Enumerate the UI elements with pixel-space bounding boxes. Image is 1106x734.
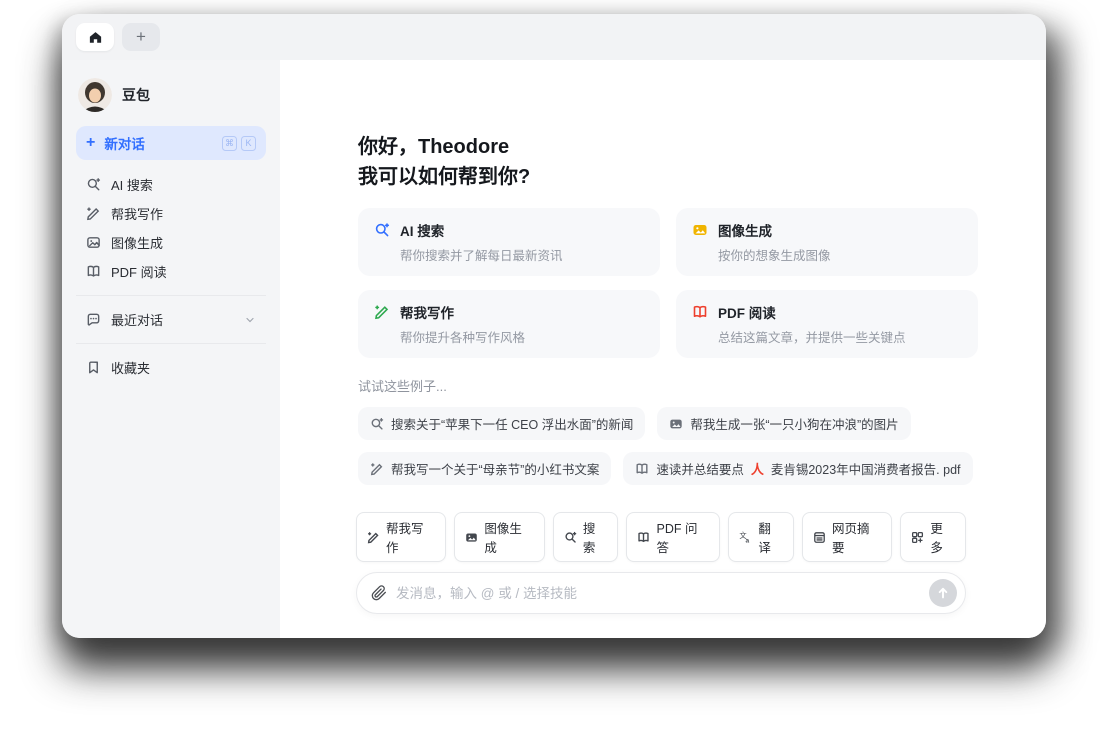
book-icon <box>692 304 708 320</box>
greeting-line2: 我可以如何帮到你? <box>358 166 531 188</box>
new-tab-button[interactable]: + <box>122 23 160 51</box>
skill-chip-more[interactable]: 更多 <box>900 512 967 562</box>
send-arrow-icon <box>936 586 950 600</box>
app-name: 豆包 <box>122 87 150 103</box>
book-icon <box>637 531 650 544</box>
webpage-icon <box>813 531 826 544</box>
sidebar: 豆包 + 新对话 ⌘ K AI 搜索 帮我写作 图像生成 PDF 阅读 最近对话… <box>62 60 280 638</box>
k-key-icon: K <box>241 135 256 151</box>
book-icon <box>86 264 101 279</box>
skill-chip-search[interactable]: 搜索 <box>552 512 619 562</box>
skill-chip-translate[interactable]: 文a 翻译 <box>728 512 794 562</box>
example-chip-gen-image[interactable]: 帮我生成一张“一只小狗在冲浪”的图片 <box>657 407 911 440</box>
paperclip-icon[interactable] <box>371 585 387 601</box>
divider <box>76 295 266 296</box>
send-button[interactable] <box>929 579 957 607</box>
message-input[interactable] <box>396 585 929 601</box>
examples-label: 试试这些例子... <box>358 379 447 394</box>
image-icon <box>692 222 708 238</box>
sidebar-item-write[interactable]: 帮我写作 <box>76 199 266 228</box>
chevron-down-icon <box>244 314 256 326</box>
greeting-line1: 你好，Theodore <box>358 136 510 158</box>
image-icon <box>669 417 683 431</box>
ai-search-icon <box>370 417 384 431</box>
sidebar-item-favorites[interactable]: 收藏夹 <box>76 353 266 382</box>
main-area: 你好，Theodore 我可以如何帮到你? AI 搜索 帮你搜索并了解每日最新资… <box>280 60 1046 638</box>
skill-chip-image-gen[interactable]: 图像生成 <box>454 512 545 562</box>
skill-chip-web-summary[interactable]: 网页摘要 <box>801 512 893 562</box>
sidebar-item-image-gen[interactable]: 图像生成 <box>76 228 266 257</box>
example-chip-summarize-pdf[interactable]: 速读并总结要点 人 麦肯锡2023年中国消费者报告. pdf <box>623 452 973 485</box>
example-chip-write-post[interactable]: 帮我写一个关于“母亲节”的小红书文案 <box>358 452 612 485</box>
shortcut-hint: ⌘ K <box>222 135 256 151</box>
skill-chip-write[interactable]: 帮我写作 <box>356 512 447 562</box>
divider <box>76 343 266 344</box>
book-icon <box>635 462 649 476</box>
profile-row[interactable]: 豆包 <box>76 74 266 126</box>
card-image-gen[interactable]: 图像生成 按你的想象生成图像 <box>676 208 978 276</box>
card-write[interactable]: 帮我写作 帮你提升各种写作风格 <box>358 290 660 358</box>
sidebar-item-recent-chats[interactable]: 最近对话 <box>76 305 266 334</box>
tab-home[interactable] <box>76 23 114 51</box>
bookmark-icon <box>86 360 101 375</box>
svg-text:a: a <box>746 537 750 544</box>
example-chip-search-news[interactable]: 搜索关于“苹果下一任 CEO 浮出水面”的新闻 <box>358 407 646 440</box>
ai-search-icon <box>564 531 577 544</box>
translate-icon: 文a <box>739 531 752 544</box>
home-icon <box>88 30 103 45</box>
plus-icon: + <box>136 27 146 46</box>
skill-bar: 帮我写作 图像生成 搜索 PDF 问答 文 a 翻译 网页摘要 更多 <box>356 512 967 562</box>
feature-cards: AI 搜索 帮你搜索并了解每日最新资讯 图像生成 按你的想象生成图像 帮我写作 … <box>358 208 978 358</box>
skill-chip-pdf-qa[interactable]: PDF 问答 <box>626 512 721 562</box>
write-icon <box>370 462 384 476</box>
sidebar-item-pdf-read[interactable]: PDF 阅读 <box>76 257 266 286</box>
pdf-file-icon: 人 <box>750 462 764 477</box>
sidebar-item-ai-search[interactable]: AI 搜索 <box>76 170 266 199</box>
tab-strip: + <box>62 14 1046 60</box>
ai-search-icon <box>374 222 390 238</box>
app-window: + 豆包 + 新对话 ⌘ K AI 搜索 帮我写作 图像生成 PDF 阅读 最近… <box>62 14 1046 638</box>
image-icon <box>86 235 101 250</box>
write-icon <box>374 304 390 320</box>
chat-bubble-icon <box>86 312 101 327</box>
avatar <box>78 78 112 112</box>
image-icon <box>465 531 478 544</box>
card-pdf-read[interactable]: PDF 阅读 总结这篇文章，并提供一些关键点 <box>676 290 978 358</box>
message-composer <box>356 572 966 614</box>
write-icon <box>367 531 380 544</box>
cmd-key-icon: ⌘ <box>222 135 237 151</box>
sidebar-item-new-chat[interactable]: + 新对话 ⌘ K <box>76 126 266 160</box>
plus-icon: + <box>86 134 96 151</box>
write-icon <box>86 206 101 221</box>
card-ai-search[interactable]: AI 搜索 帮你搜索并了解每日最新资讯 <box>358 208 660 276</box>
more-icon <box>911 531 924 544</box>
ai-search-icon <box>86 177 101 192</box>
